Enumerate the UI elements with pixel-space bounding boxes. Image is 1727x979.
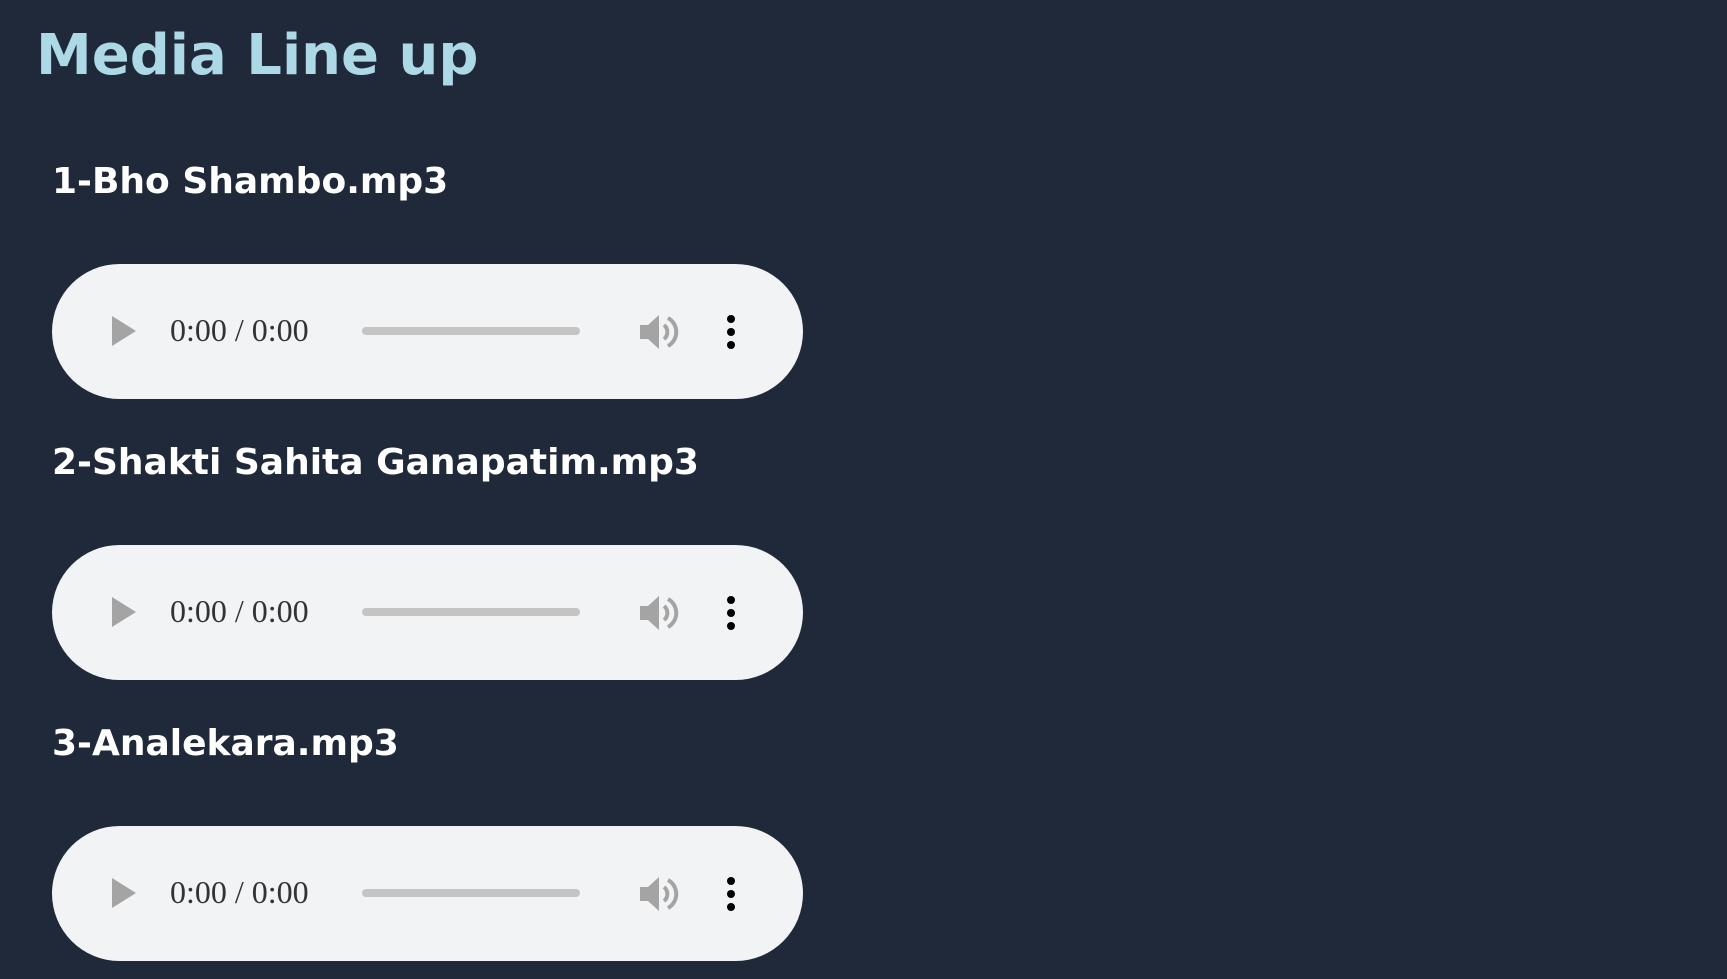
seek-slider[interactable] [362, 602, 580, 622]
audio-player[interactable]: 0:00 / 0:00 [52, 264, 803, 399]
audio-player[interactable]: 0:00 / 0:00 [52, 826, 803, 961]
play-icon[interactable] [104, 312, 142, 350]
volume-icon[interactable] [636, 310, 680, 354]
volume-icon[interactable] [636, 872, 680, 916]
play-icon[interactable] [104, 593, 142, 631]
time-display: 0:00 / 0:00 [170, 312, 309, 348]
more-options-icon[interactable] [716, 872, 746, 916]
seek-slider[interactable] [362, 883, 580, 903]
play-icon[interactable] [104, 874, 142, 912]
track-title: 1-Bho Shambo.mp3 [52, 161, 449, 202]
more-options-icon[interactable] [716, 310, 746, 354]
volume-icon[interactable] [636, 591, 680, 635]
seek-track [362, 327, 580, 335]
time-display: 0:00 / 0:00 [170, 874, 309, 910]
seek-track [362, 608, 580, 616]
track-title: 2-Shakti Sahita Ganapatim.mp3 [52, 442, 699, 483]
seek-slider[interactable] [362, 321, 580, 341]
more-options-icon[interactable] [716, 591, 746, 635]
page-title: Media Line up [36, 23, 479, 88]
audio-player[interactable]: 0:00 / 0:00 [52, 545, 803, 680]
time-display: 0:00 / 0:00 [170, 593, 309, 629]
track-title: 3-Analekara.mp3 [52, 723, 399, 764]
seek-track [362, 889, 580, 897]
